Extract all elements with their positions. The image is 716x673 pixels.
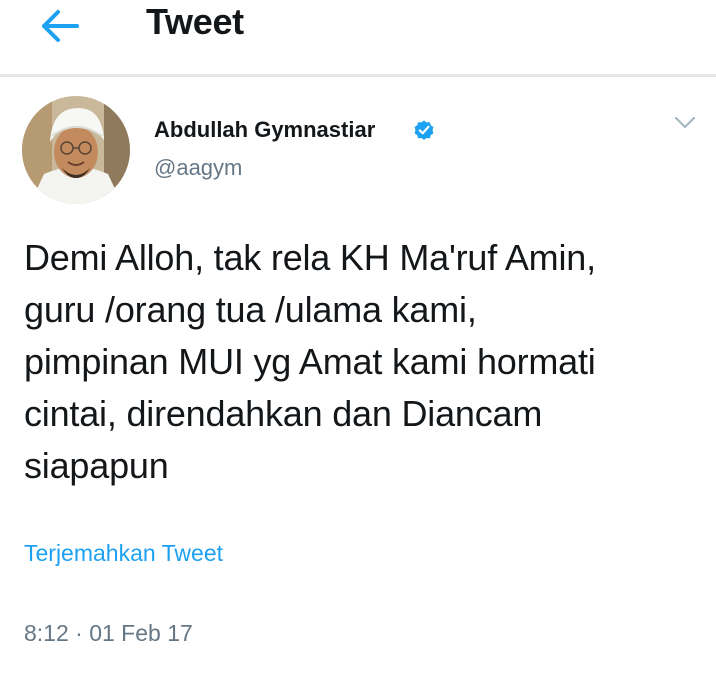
tweet-timestamp: 8:12 · 01 Feb 17 bbox=[24, 620, 193, 646]
avatar[interactable] bbox=[22, 96, 130, 204]
verified-badge-icon bbox=[414, 120, 434, 140]
tweet-text: Demi Alloh, tak rela KH Ma'ruf Amin, gur… bbox=[24, 237, 596, 486]
author-handle[interactable]: @aagym bbox=[154, 154, 242, 182]
tweet-menu-button[interactable] bbox=[670, 110, 700, 136]
page-title: Tweet bbox=[146, 1, 244, 42]
chevron-down-icon bbox=[674, 116, 696, 129]
app-header: Tweet bbox=[0, 0, 716, 77]
back-button[interactable] bbox=[36, 6, 82, 46]
translate-tweet-link[interactable]: Terjemahkan Tweet bbox=[24, 538, 223, 568]
arrow-left-icon bbox=[42, 10, 79, 42]
author-name[interactable]: Abdullah Gymnastiar bbox=[154, 116, 375, 144]
